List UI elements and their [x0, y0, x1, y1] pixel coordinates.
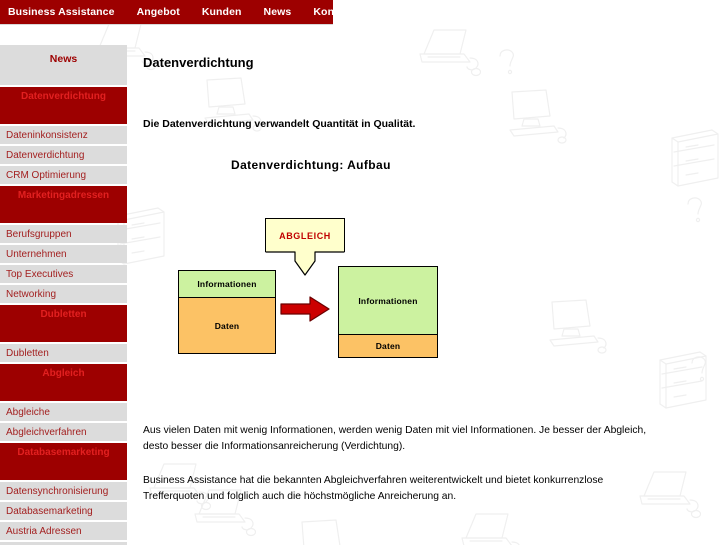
sidebar-item-abgleichverfahren[interactable]: Abgleichverfahren: [0, 423, 127, 441]
down-arrow-icon: [265, 251, 345, 276]
datenverdichtung-diagram: ABGLEICH Informationen Daten Information…: [160, 218, 460, 368]
sidebar-item-label: Top Executives: [6, 268, 74, 280]
abgleich-box: ABGLEICH: [265, 218, 345, 252]
sidebar-item-label: Abgleichverfahren: [6, 426, 87, 438]
segment-label: Informationen: [358, 295, 418, 306]
abgleich-label: ABGLEICH: [279, 230, 331, 241]
sidebar-item-datenverdichtung[interactable]: Datenverdichtung: [0, 146, 127, 164]
input-box-left: Informationen Daten: [178, 270, 276, 354]
nav-item-business-assistance[interactable]: Business Assistance: [8, 0, 115, 24]
sidebar-item-austria-adressen[interactable]: Austria Adressen: [0, 522, 127, 540]
sidebar-item-top-executives[interactable]: Top Executives: [0, 265, 127, 283]
sidebar-group-header-marketingadressen[interactable]: Marketingadressen: [0, 186, 127, 223]
sidebar-item-label: Austria Adressen: [6, 525, 82, 537]
sidebar-group-header-abgleich[interactable]: Abgleich: [0, 364, 127, 401]
main-content: Datenverdichtung Die Datenverdichtung ve…: [143, 55, 703, 172]
nav-item-kontakt[interactable]: Kontakt: [313, 0, 353, 24]
sidebar-item-label: Databasemarketing: [6, 505, 93, 517]
left-daten-segment: Daten: [179, 297, 275, 353]
sidebar-news-header: News: [0, 45, 127, 85]
paragraph-1: Aus vielen Daten mit wenig Informationen…: [143, 425, 647, 452]
sidebar-item-label: Dateninkonsistenz: [6, 129, 88, 141]
sidebar-news-label: News: [49, 53, 78, 65]
sidebar-item-abgleiche[interactable]: Abgleiche: [0, 403, 127, 421]
output-box-right: Informationen Daten: [338, 266, 438, 358]
sidebar-group-header-dubletten[interactable]: Dubletten: [0, 305, 127, 342]
right-informationen-segment: Informationen: [339, 267, 437, 334]
nav-item-kunden[interactable]: Kunden: [202, 0, 242, 24]
sidebar-item-databasemarketing[interactable]: Databasemarketing: [0, 502, 127, 520]
nav-item-news[interactable]: News: [264, 0, 292, 24]
sidebar-group-label: Datenverdichtung: [20, 91, 106, 102]
sidebar-item-label: Berufsgruppen: [6, 228, 72, 240]
sidebar-item-dateninkonsistenz[interactable]: Dateninkonsistenz: [0, 126, 127, 144]
sidebar: News Datenverdichtung Dateninkonsistenz …: [0, 45, 127, 545]
sidebar-group-label: Abgleich: [42, 368, 85, 379]
sidebar-group-label: Databasemarketing: [17, 447, 110, 458]
sidebar-item-label: Datenverdichtung: [6, 149, 85, 161]
right-daten-segment: Daten: [339, 334, 437, 357]
sidebar-item-crm-optimierung[interactable]: CRM Optimierung: [0, 166, 127, 184]
sidebar-group-label: Marketingadressen: [17, 190, 110, 201]
sidebar-item-label: Datensynchronisierung: [6, 485, 109, 497]
sidebar-item-dubletten[interactable]: Dubletten: [0, 344, 127, 362]
sidebar-item-berufsgruppen[interactable]: Berufsgruppen: [0, 225, 127, 243]
segment-label: Daten: [375, 341, 401, 351]
transformation-arrow-icon: [280, 296, 330, 322]
sidebar-group-header-datenverdichtung[interactable]: Datenverdichtung: [0, 87, 127, 124]
sidebar-item-unternehmen[interactable]: Unternehmen: [0, 245, 127, 263]
segment-label: Daten: [214, 320, 240, 331]
sidebar-item-networking[interactable]: Networking: [0, 285, 127, 303]
sidebar-item-label: Dubletten: [6, 347, 49, 359]
page-root: Business Assistance Angebot Kunden News …: [0, 0, 727, 545]
left-informationen-segment: Informationen: [179, 271, 275, 297]
abgleich-group: ABGLEICH: [265, 218, 345, 276]
sidebar-item-label: Abgleiche: [6, 406, 50, 418]
page-title: Datenverdichtung: [143, 55, 254, 70]
lead-statement: Die Datenverdichtung verwandelt Quantitä…: [143, 118, 416, 130]
top-navigation: Business Assistance Angebot Kunden News …: [0, 0, 353, 25]
sidebar-group-header-databasemarketing[interactable]: Databasemarketing: [0, 443, 127, 480]
nav-item-angebot[interactable]: Angebot: [137, 0, 180, 24]
paragraph-2: Business Assistance hat die bekannten Ab…: [143, 475, 604, 502]
body-text: Aus vielen Daten mit wenig Informationen…: [143, 423, 663, 523]
sidebar-item-label: Networking: [6, 288, 57, 300]
sidebar-item-label: CRM Optimierung: [6, 169, 87, 181]
diagram-title: Datenverdichtung: Aufbau: [231, 158, 391, 172]
segment-label: Informationen: [197, 279, 257, 289]
sidebar-item-datensynchronisierung[interactable]: Datensynchronisierung: [0, 482, 127, 500]
sidebar-group-label: Dubletten: [40, 309, 87, 320]
sidebar-item-label: Unternehmen: [6, 248, 67, 260]
